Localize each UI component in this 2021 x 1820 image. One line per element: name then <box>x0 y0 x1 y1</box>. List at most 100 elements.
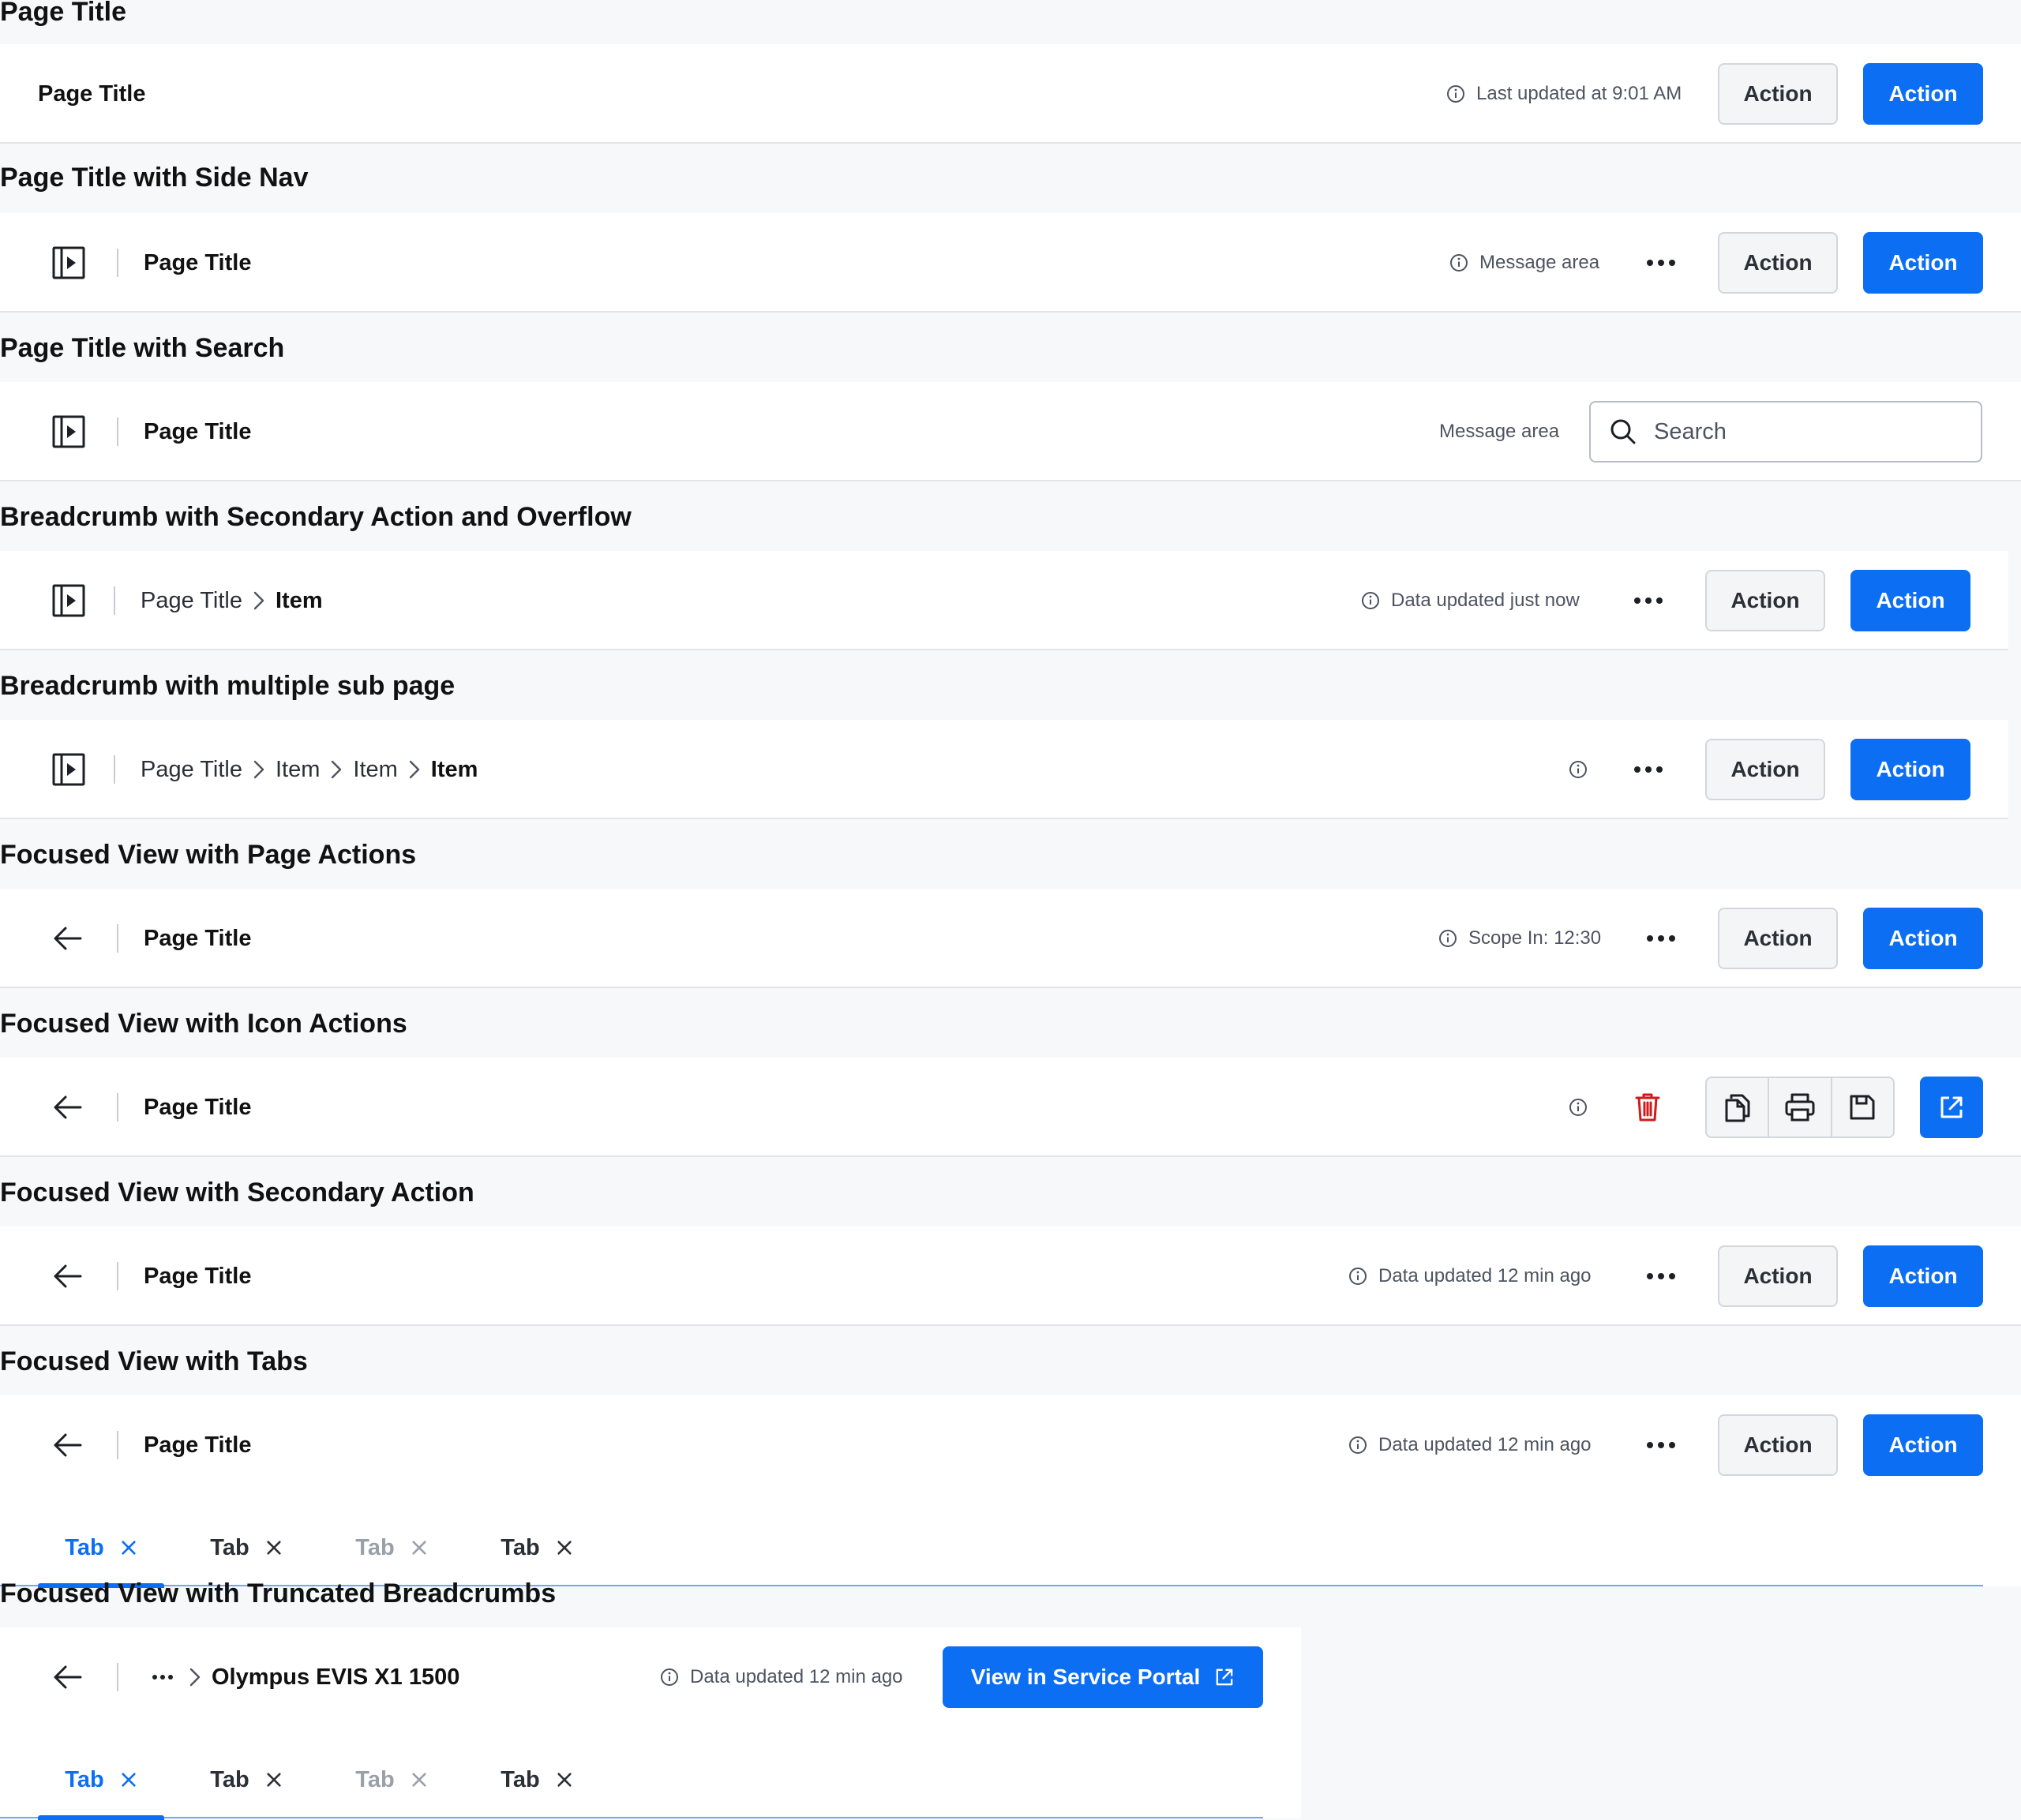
tab-label: Tab <box>355 1766 395 1792</box>
info-icon[interactable] <box>1569 760 1588 779</box>
side-nav-toggle-icon[interactable] <box>52 246 85 279</box>
page-title: Page Title <box>144 1432 252 1458</box>
tab-item[interactable]: Tab <box>474 1743 600 1817</box>
secondary-action-button[interactable]: Action <box>1718 908 1838 969</box>
divider <box>114 586 115 615</box>
divider <box>117 1431 118 1459</box>
copy-button[interactable] <box>1707 1078 1768 1137</box>
section-title: Focused View with Icon Actions <box>0 1009 407 1039</box>
breadcrumb-link[interactable]: Page Title <box>141 585 242 616</box>
header-bar-focused-icon-actions: Page Title <box>0 1058 2021 1157</box>
secondary-action-button[interactable]: Action <box>1705 739 1825 800</box>
page-title: Page Title <box>144 1264 252 1289</box>
search-input[interactable]: Search <box>1589 401 1982 462</box>
side-nav-toggle-icon[interactable] <box>52 753 85 786</box>
copy-icon <box>1723 1092 1752 1122</box>
save-icon <box>1849 1094 1876 1121</box>
info-icon[interactable] <box>1569 1098 1588 1117</box>
external-link-icon <box>1214 1667 1235 1687</box>
open-external-button[interactable] <box>1920 1077 1983 1138</box>
header-bar-breadcrumb: Page Title Item Data updated just now Ac… <box>0 551 2008 650</box>
tab-bar: Tab Tab Tab Tab <box>0 1743 1263 1820</box>
section-title: Focused View with Truncated Breadcrumbs <box>0 1578 557 1608</box>
breadcrumb-current: Olympus EVIS X1 1500 <box>212 1665 460 1690</box>
divider <box>117 924 118 953</box>
more-horizontal-icon[interactable] <box>1641 1429 1681 1461</box>
tab-item[interactable]: Tab <box>38 1743 164 1820</box>
tab-label: Tab <box>65 1766 104 1792</box>
side-nav-toggle-icon[interactable] <box>52 415 85 448</box>
close-icon[interactable] <box>265 1539 283 1556</box>
message-text: Message area <box>1479 252 1600 273</box>
more-horizontal-icon[interactable] <box>1629 585 1668 616</box>
close-icon[interactable] <box>556 1771 573 1788</box>
message-area: Message area <box>1449 247 1599 279</box>
breadcrumb-link[interactable]: Page Title <box>141 754 242 785</box>
divider <box>117 1663 118 1691</box>
secondary-action-button[interactable]: Action <box>1705 570 1825 631</box>
divider <box>114 755 115 784</box>
divider <box>117 249 118 277</box>
print-button[interactable] <box>1768 1078 1830 1137</box>
breadcrumb-link[interactable]: Item <box>276 754 320 785</box>
breadcrumb-overflow-icon[interactable] <box>147 1675 178 1680</box>
tab-label: Tab <box>210 1534 249 1560</box>
chevron-right-icon <box>183 1666 207 1688</box>
message-area: Data updated 12 min ago <box>660 1661 903 1693</box>
info-icon <box>1361 591 1380 610</box>
arrow-left-icon[interactable] <box>52 1260 84 1292</box>
info-icon <box>660 1668 679 1687</box>
side-nav-toggle-icon[interactable] <box>52 584 85 617</box>
header-bar-side-nav: Page Title Message area Action Action <box>0 213 2021 313</box>
info-icon <box>1348 1267 1367 1286</box>
breadcrumb-current: Item <box>275 588 323 613</box>
tab-item[interactable]: Tab <box>183 1743 309 1817</box>
more-horizontal-icon[interactable] <box>1641 1260 1681 1292</box>
header-bar-truncated-breadcrumbs: Olympus EVIS X1 1500 Data updated 12 min… <box>0 1627 1301 1820</box>
view-in-service-portal-button[interactable]: View in Service Portal <box>943 1646 1263 1708</box>
secondary-action-button[interactable]: Action <box>1718 1414 1838 1476</box>
arrow-left-icon[interactable] <box>52 1661 84 1693</box>
close-icon <box>411 1539 428 1556</box>
arrow-left-icon[interactable] <box>52 1092 84 1123</box>
info-icon <box>1449 253 1468 272</box>
arrow-left-icon[interactable] <box>52 1429 84 1461</box>
message-text: Message area <box>1439 421 1560 442</box>
primary-action-button[interactable]: Action <box>1863 63 1983 125</box>
arrow-left-icon[interactable] <box>52 923 84 954</box>
header-bar-focused-page-actions: Page Title Scope In: 12:30 Action Action <box>0 889 2021 988</box>
trash-icon[interactable] <box>1634 1092 1661 1122</box>
primary-action-button[interactable]: Action <box>1850 739 1970 800</box>
more-horizontal-icon[interactable] <box>1629 754 1668 785</box>
section-title: Page Title with Search <box>0 333 285 363</box>
page-title: Page Title <box>144 1095 252 1120</box>
secondary-action-button[interactable]: Action <box>1718 63 1838 125</box>
primary-action-button[interactable]: Action <box>1863 1245 1983 1307</box>
page-title: Page Title <box>38 81 146 107</box>
page-title: Page Title <box>144 926 252 951</box>
header-bar-multi-breadcrumb: Page Title Item Item Item Action Action <box>0 720 2008 819</box>
search-placeholder: Search <box>1654 418 1727 444</box>
primary-action-button[interactable]: Action <box>1863 908 1983 969</box>
secondary-action-button[interactable]: Action <box>1718 232 1838 294</box>
divider <box>117 1093 118 1122</box>
secondary-action-button[interactable]: Action <box>1718 1245 1838 1307</box>
close-icon[interactable] <box>120 1771 137 1788</box>
more-horizontal-icon[interactable] <box>1641 923 1681 954</box>
close-icon[interactable] <box>556 1539 573 1556</box>
divider <box>117 418 118 446</box>
divider <box>117 1262 118 1290</box>
tab-label: Tab <box>355 1534 395 1560</box>
save-button[interactable] <box>1830 1078 1893 1137</box>
close-icon[interactable] <box>120 1539 137 1556</box>
primary-action-button[interactable]: Action <box>1863 1414 1983 1476</box>
printer-icon <box>1784 1092 1816 1122</box>
close-icon[interactable] <box>265 1771 283 1788</box>
breadcrumb-link[interactable]: Item <box>353 754 397 785</box>
tab-item: Tab <box>328 1743 455 1817</box>
primary-action-button[interactable]: Action <box>1863 232 1983 294</box>
more-horizontal-icon[interactable] <box>1641 247 1681 279</box>
primary-action-button[interactable]: Action <box>1850 570 1970 631</box>
breadcrumb: Olympus EVIS X1 1500 <box>147 1661 459 1693</box>
section-title: Page Title with Side Nav <box>0 163 309 193</box>
